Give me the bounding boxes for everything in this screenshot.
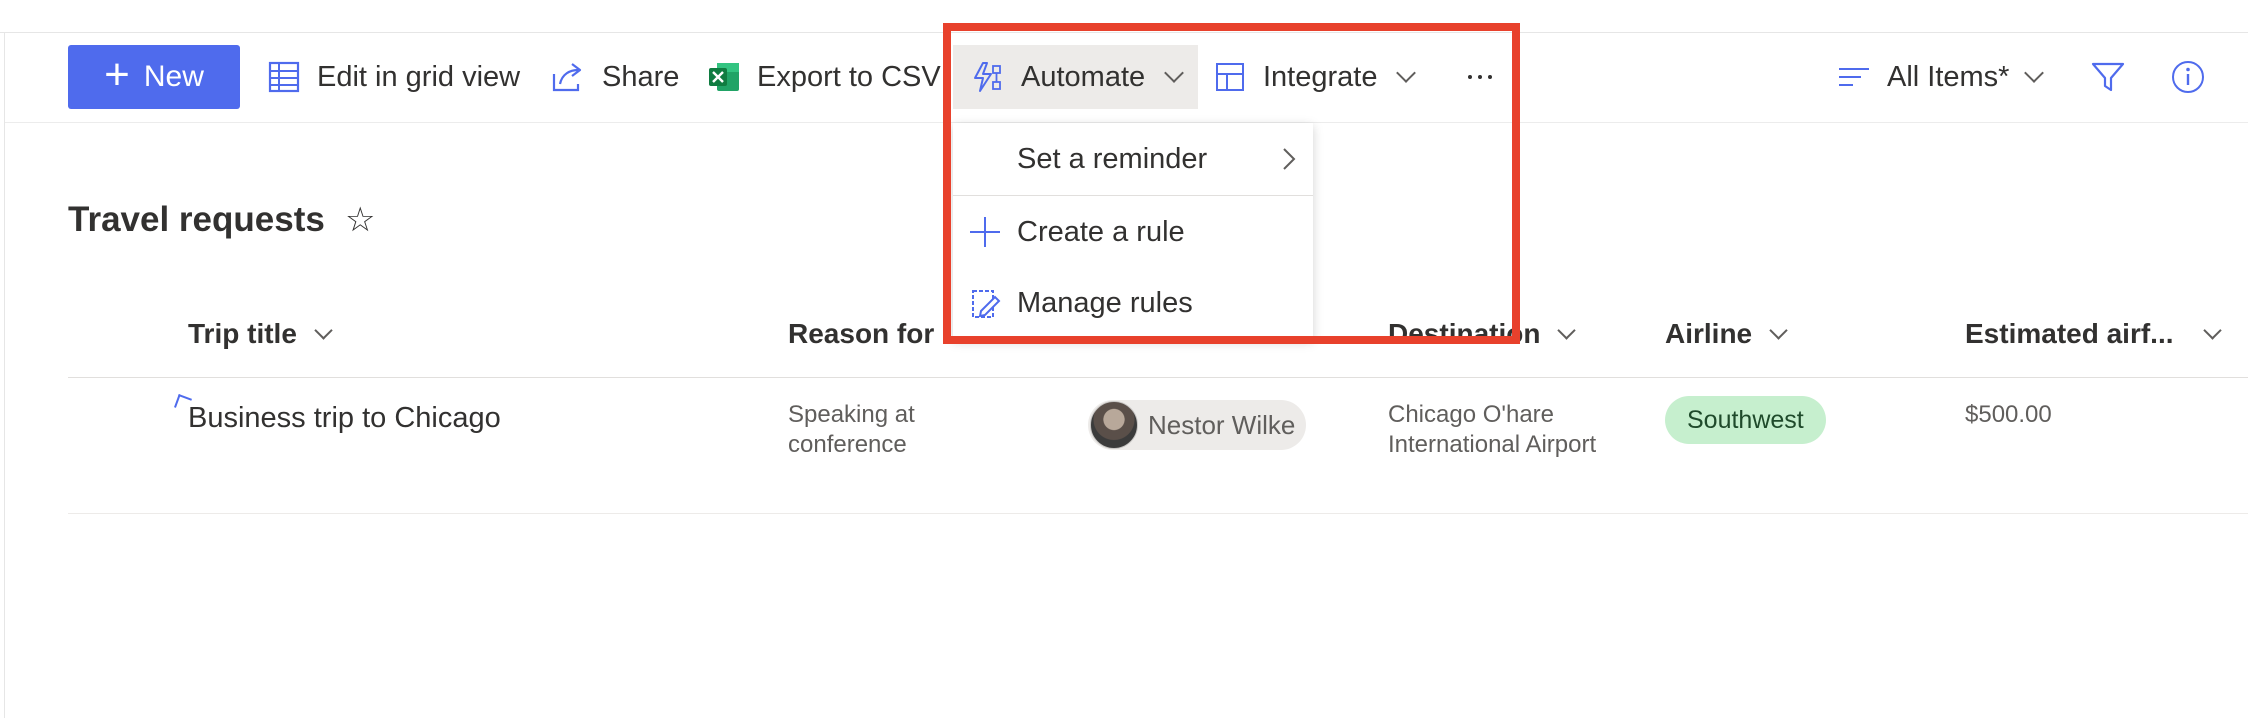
share-icon (552, 63, 582, 92)
share-label: Share (602, 60, 680, 93)
excel-icon (709, 63, 739, 91)
share-button[interactable]: Share (550, 45, 679, 109)
export-to-csv-label: Export to CSV (757, 60, 941, 93)
automate-button[interactable]: Automate (953, 45, 1198, 109)
grid-icon (268, 61, 300, 93)
left-divider (4, 32, 5, 718)
avatar (1090, 401, 1138, 449)
destination-line: Chicago O'hare (1388, 401, 1555, 428)
traveler-persona[interactable]: Nestor Wilke (1088, 400, 1306, 450)
column-header-estimated-airfare[interactable]: Estimated airf... (1965, 318, 2222, 350)
edit-grid-view-button[interactable]: Edit in grid view (267, 45, 520, 109)
airline-badge: Southwest (1665, 396, 1826, 444)
column-header-label: Airline (1665, 318, 1753, 349)
trip-title-cell[interactable]: Business trip to Chicago (188, 402, 501, 435)
column-header-label: Destination (1388, 318, 1541, 349)
menu-item-label: Manage rules (1017, 286, 1193, 319)
plus-icon: + (104, 50, 130, 99)
menu-item-set-reminder[interactable]: Set a reminder (953, 123, 1313, 195)
column-header-destination[interactable]: Destination (1388, 318, 1577, 350)
edit-grid-view-label: Edit in grid view (317, 60, 521, 93)
view-label: All Items* (1887, 60, 2010, 93)
info-icon (2172, 61, 2204, 93)
filter-button[interactable] (2090, 45, 2126, 109)
reason-line: Speaking at (788, 401, 915, 428)
chevron-down-icon (2202, 320, 2222, 340)
sharepoint-list-page: + New Edit in grid view Share Export to … (0, 0, 2248, 718)
estimated-airfare-cell: $500.00 (1965, 401, 2052, 428)
list-view-icon (1839, 68, 1869, 86)
new-button[interactable]: + New (68, 45, 240, 109)
column-header-label: Reason for (788, 318, 935, 349)
plus-icon (970, 217, 1000, 247)
chevron-down-icon (1557, 320, 1577, 340)
reason-line: conference (788, 431, 907, 458)
reason-cell: Speaking at conference (788, 400, 915, 460)
destination-line: International Airport (1388, 431, 1597, 458)
more-icon[interactable] (1460, 45, 1500, 109)
chevron-right-icon (1283, 148, 1296, 170)
automate-label: Automate (1021, 60, 1146, 93)
chevron-down-icon (314, 320, 333, 340)
view-switcher[interactable]: All Items* (1837, 45, 2045, 109)
column-header-airline[interactable]: Airline (1665, 318, 1788, 350)
integrate-button[interactable]: Integrate (1213, 45, 1417, 109)
info-button[interactable] (2170, 45, 2206, 109)
chevron-down-icon (1164, 63, 1185, 83)
integrate-icon (1216, 63, 1244, 91)
integrate-label: Integrate (1263, 60, 1378, 93)
traveler-name: Nestor Wilke (1148, 409, 1296, 440)
menu-item-create-rule[interactable]: Create a rule (953, 196, 1313, 268)
automate-icon (974, 62, 1001, 92)
export-to-csv-button[interactable]: Export to CSV (707, 45, 941, 109)
new-button-label: New (143, 60, 204, 93)
column-header-reason[interactable]: Reason for (788, 318, 934, 350)
star-icon[interactable]: ☆ (345, 200, 375, 240)
list-row[interactable]: Business trip to Chicago Speaking at con… (68, 378, 2248, 514)
menu-item-label: Create a rule (1017, 215, 1185, 248)
automate-dropdown-menu: Set a reminder Create a rule Manage rule… (953, 123, 1313, 339)
chevron-down-icon (1769, 320, 1788, 340)
column-header-trip-title[interactable]: Trip title (188, 318, 333, 350)
destination-cell: Chicago O'hare International Airport (1388, 400, 1596, 460)
command-bar: + New Edit in grid view Share Export to … (5, 33, 2248, 123)
chevron-down-icon (2024, 63, 2045, 83)
menu-item-label: Set a reminder (1017, 142, 1208, 175)
column-header-label: Estimated airf... (1965, 318, 2174, 349)
page-title: Travel requests (68, 200, 325, 239)
menu-item-manage-rules[interactable]: Manage rules (953, 267, 1313, 339)
chevron-down-icon (1396, 63, 1417, 83)
column-header-label: Trip title (188, 318, 297, 349)
manage-rules-icon (972, 290, 1001, 318)
filter-icon (2091, 62, 2125, 92)
